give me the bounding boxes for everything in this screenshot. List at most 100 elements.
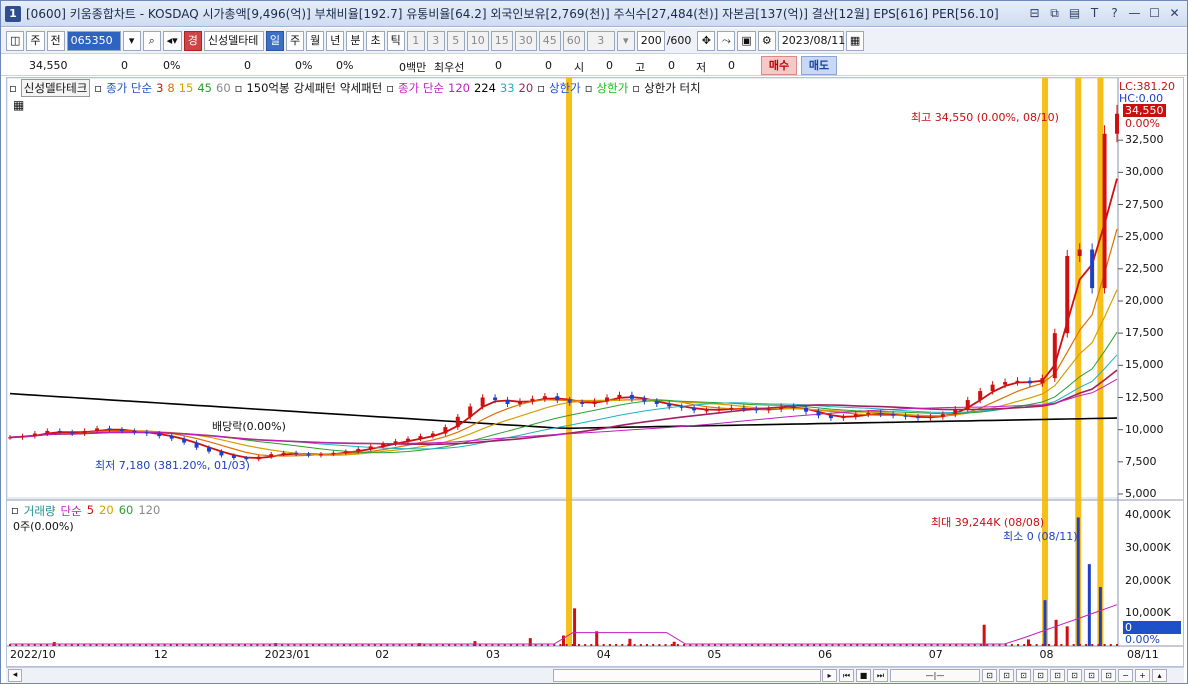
zoom-fit-icon[interactable]: ⊡ [1084,669,1099,682]
sound-icon[interactable]: ◂▾ [162,30,182,51]
minimize-icon[interactable]: — [1126,5,1143,22]
scroll-thumb[interactable] [553,669,821,682]
interval-5[interactable]: 5 [446,30,465,51]
window-number[interactable]: 1 [5,5,21,22]
scroll-left-icon[interactable]: ◂ [8,669,22,682]
candle-body [766,409,771,411]
chevron-down-icon[interactable]: ▾ [122,30,141,51]
period-minute[interactable]: 분 [346,30,365,51]
price-axis-label: 25,000 [1125,229,1164,243]
expand-icon[interactable]: ▴ [1152,669,1167,682]
legend-toggle-icon[interactable]: ▫ [94,81,102,95]
interval-60[interactable]: 60 [562,30,585,51]
legend-pattern-2[interactable]: 강세패턴 [294,80,336,96]
help-icon[interactable]: ? [1106,5,1123,22]
candle-body [119,429,124,431]
maximize-icon[interactable]: ☐ [1146,5,1163,22]
last-price-pct: 0.00% [1125,117,1160,130]
zoom-in-icon[interactable]: + [1135,669,1150,682]
candle-body [1015,380,1020,383]
legend-ma-20: 20 [518,81,534,95]
price-pane-frame [7,78,1119,499]
legend-pattern-1[interactable]: 150억봉 [246,80,289,96]
legend-pattern-3[interactable]: 약세패턴 [340,80,382,96]
zoom-fit-icon[interactable]: ⊡ [1067,669,1082,682]
save-icon[interactable]: ▣ [737,30,756,51]
mode-select[interactable]: 주 [26,30,45,51]
scroll-right-icon[interactable]: ▸ [822,669,837,682]
sell-button[interactable]: 매도 [801,56,837,75]
interval-45[interactable]: 45 [538,30,561,51]
legend-toggle-icon[interactable]: ▫ [11,503,19,519]
legend-toggle-icon[interactable]: ▫ [537,81,545,95]
close-icon[interactable]: ✕ [1166,5,1183,22]
zoom-fit-icon[interactable]: ⊡ [1016,669,1031,682]
last-icon[interactable]: ⏭ [873,669,888,682]
interval-1[interactable]: 1 [406,30,425,51]
legend-toggle-icon[interactable]: ▫ [386,81,394,95]
layout-toggle-icon[interactable]: ◫ [6,30,25,51]
stock-name-field[interactable]: 신성델타테 [203,30,264,51]
first-icon[interactable]: ⏮ [839,669,854,682]
crosshair-icon[interactable]: ✥ [697,30,716,51]
legend-stock[interactable]: 신성델타테크 [20,79,91,97]
zoom-out-icon[interactable]: − [1118,669,1133,682]
text-icon[interactable]: T [1086,5,1103,22]
volume-bar [602,644,605,646]
layout-icon[interactable]: ⊟ [1026,5,1043,22]
buy-button[interactable]: 매수 [761,56,797,75]
prev-button[interactable]: 전 [46,30,65,51]
stock-badge-icon[interactable]: 경 [183,30,202,51]
link-icon[interactable]: ⧉ [1046,5,1063,22]
calendar-icon[interactable]: ▦ [845,30,865,51]
stock-code-input[interactable]: 065350 [66,30,121,51]
period-yearly[interactable]: 년 [326,30,345,51]
legend-ma2-label[interactable]: 종가 단순 [398,80,444,96]
legend-upper-limit-1[interactable]: 상한가 [549,80,581,96]
legend-upper-touch[interactable]: 상한가 터치 [644,80,701,96]
zoom-fit-icon[interactable]: ⊡ [1033,669,1048,682]
interval-3[interactable]: 3 [426,30,445,51]
search-icon[interactable]: ⌕ [142,30,161,51]
zoom-fit-icon[interactable]: ⊡ [1050,669,1065,682]
candle-body [804,407,809,412]
legend-toggle-icon[interactable]: ▫ [9,81,17,95]
interval-select[interactable]: 3 [586,30,615,51]
volume-ma-120: 120 [138,503,161,517]
price-chart[interactable] [7,78,1183,666]
volume-ma-5: 5 [86,503,95,517]
volume-label[interactable]: 거래량 [24,503,56,519]
period-tick[interactable]: 틱 [386,30,405,51]
dividend-annotation: 배당락(0.00%) [212,420,286,433]
stop-icon[interactable]: ■ [856,669,871,682]
volume-bar [1023,644,1026,646]
zoom-fit-icon[interactable]: ⊡ [1101,669,1116,682]
screen-icon[interactable]: ▤ [1066,5,1083,22]
date-input[interactable]: 2023/08/11 [777,30,845,51]
zoom-slider[interactable]: —|— [890,669,980,682]
interval-15[interactable]: 15 [490,30,513,51]
period-daily[interactable]: 일 [265,30,284,51]
legend-toggle-icon[interactable]: ▫ [632,81,640,95]
interval-10[interactable]: 10 [466,30,489,51]
chart-area[interactable] [6,77,1184,667]
zoom-fit-icon[interactable]: ⊡ [982,669,997,682]
candle-body [1102,133,1107,289]
count-input[interactable]: 200 [636,30,665,51]
gear-icon[interactable]: ⚙ [757,30,776,51]
period-monthly[interactable]: 월 [306,30,325,51]
draw-icon[interactable]: ⤳ [717,30,736,51]
candle-body [418,436,423,439]
period-second[interactable]: 초 [366,30,385,51]
period-weekly[interactable]: 주 [285,30,305,51]
zoom-fit-icon[interactable]: ⊡ [999,669,1014,682]
chevron-down-icon[interactable]: ▾ [616,30,635,51]
grid-icon[interactable]: ▦ [13,98,24,112]
legend-toggle-icon[interactable]: ▫ [235,81,243,95]
volume-ma-label[interactable]: 단순 [61,503,82,519]
legend-ma-label[interactable]: 종가 단순 [106,80,152,96]
legend-toggle-icon[interactable]: ▫ [585,81,593,95]
interval-30[interactable]: 30 [514,30,537,51]
legend-upper-limit-2[interactable]: 상한가 [597,80,629,96]
chart-scrollbar[interactable]: ◂ ▸ ⏮ ■ ⏭ —|— ⊡ ⊡ ⊡ ⊡ ⊡ ⊡ ⊡ ⊡ − + ▴ [6,667,1184,683]
